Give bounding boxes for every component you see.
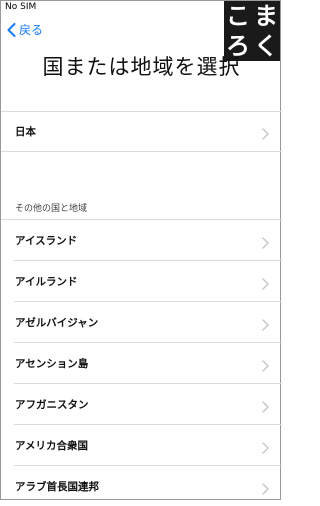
page-title: 国または地域を選択 — [42, 55, 241, 79]
country-row[interactable]: アメリカ合衆国 — [1, 425, 282, 465]
country-label: アフガニスタン — [15, 398, 89, 411]
chevron-right-icon — [262, 357, 269, 376]
chevron-right-icon — [262, 125, 269, 144]
watermark-char: こ — [226, 2, 250, 30]
chevron-right-icon — [262, 234, 269, 253]
back-label: 戻る — [19, 23, 44, 37]
chevron-right-icon — [262, 480, 269, 499]
chevron-left-icon — [7, 22, 16, 37]
country-row[interactable]: アフガニスタン — [1, 384, 282, 424]
country-row-japan[interactable]: 日本 — [1, 111, 282, 151]
status-carrier: No SIM — [5, 2, 37, 12]
chevron-right-icon — [262, 275, 269, 294]
country-label: アメリカ合衆国 — [15, 439, 88, 452]
country-label: アラブ首長国連邦 — [15, 480, 99, 493]
country-label: アイスランド — [15, 234, 78, 247]
chevron-right-icon — [262, 316, 269, 335]
country-label: アセンション島 — [15, 357, 89, 370]
country-label: アゼルバイジャン — [15, 316, 99, 329]
back-button[interactable]: 戻る — [7, 21, 43, 38]
country-row[interactable]: アラブ首長国連邦 — [1, 466, 282, 506]
country-label: アイルランド — [15, 275, 78, 288]
country-row[interactable]: アゼルバイジャン — [1, 302, 282, 342]
watermark-char: ま — [254, 2, 278, 30]
country-row[interactable]: アイスランド — [1, 220, 282, 260]
divider — [1, 151, 282, 152]
country-row[interactable]: アイルランド — [1, 261, 282, 301]
chevron-right-icon — [262, 439, 269, 458]
country-row[interactable]: アセンション島 — [1, 343, 282, 383]
chevron-right-icon — [262, 398, 269, 417]
section-header: その他の国と地域 — [15, 204, 88, 214]
country-label: 日本 — [15, 125, 36, 138]
